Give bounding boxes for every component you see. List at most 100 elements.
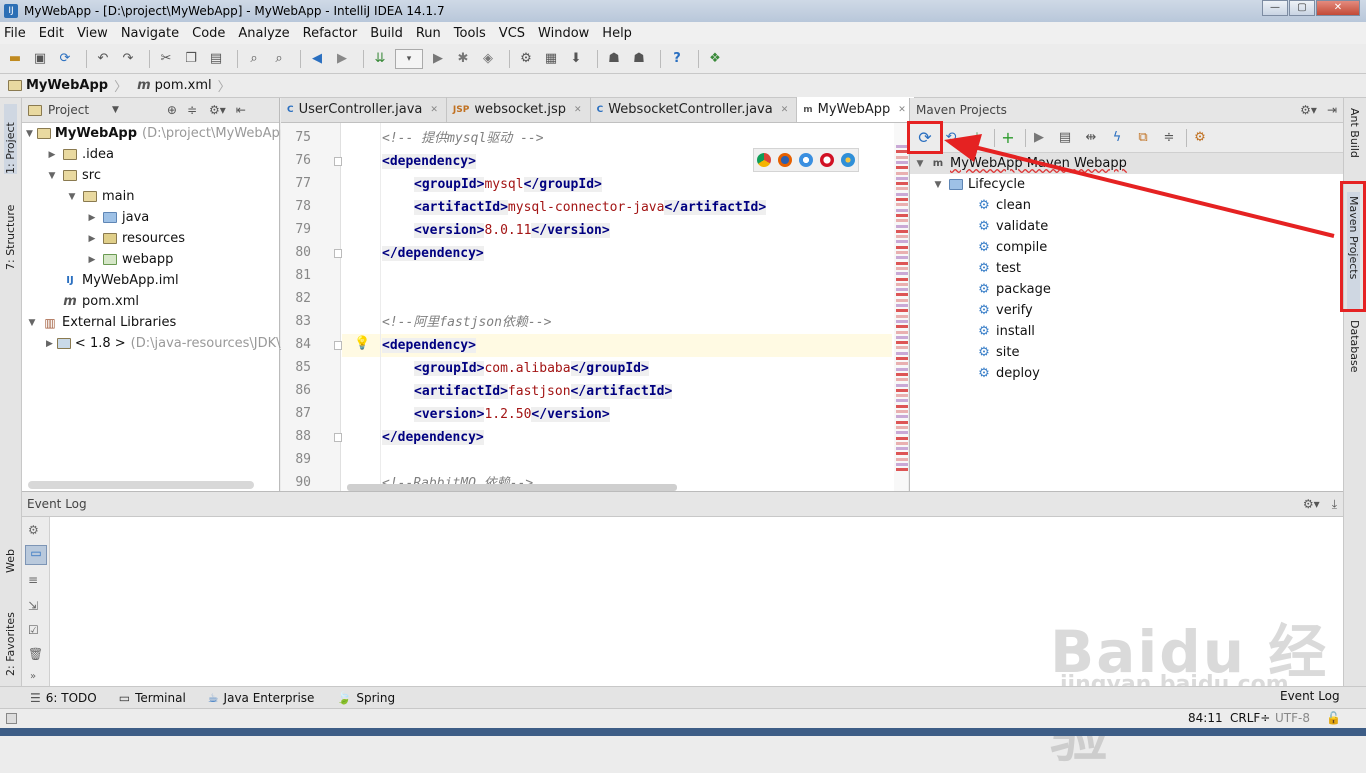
fold-marker-icon[interactable]: [334, 341, 342, 350]
fold-marker-icon[interactable]: [334, 157, 342, 166]
stripe-mark[interactable]: [896, 256, 908, 260]
error-stripe[interactable]: [894, 123, 908, 491]
stripe-mark[interactable]: [896, 277, 908, 281]
event-log-hide-icon[interactable]: ⤓: [1332, 497, 1337, 512]
project-tree-item[interactable]: ▼ ▥ External Libraries: [22, 312, 279, 333]
stripe-mark[interactable]: [896, 251, 908, 254]
file-encoding[interactable]: UTF-8: [1275, 711, 1310, 725]
cursor-position[interactable]: 84:11: [1188, 711, 1223, 725]
stripe-mark[interactable]: [896, 213, 908, 217]
sync-icon[interactable]: ⟳: [55, 49, 75, 69]
android-icon[interactable]: ☗: [604, 49, 624, 69]
event-more-icon[interactable]: »: [30, 671, 36, 682]
stripe-mark[interactable]: [896, 192, 908, 196]
safari-icon[interactable]: [798, 153, 813, 167]
stripe-mark[interactable]: [896, 436, 908, 440]
avd-icon[interactable]: ☗: [629, 49, 649, 69]
replace-icon[interactable]: ⌕: [269, 49, 289, 69]
stripe-mark[interactable]: [896, 378, 908, 382]
event-log-settings-icon[interactable]: ⚙▾: [1303, 497, 1320, 511]
stripe-mark[interactable]: [896, 452, 908, 456]
save-icon[interactable]: ▣: [30, 49, 50, 69]
project-tree-item[interactable]: ▶ webapp: [22, 249, 279, 270]
plugin-icon[interactable]: ❖: [705, 49, 725, 69]
fold-marker-icon[interactable]: [334, 249, 342, 258]
event-balloon-icon[interactable]: ▭: [25, 545, 47, 565]
menu-view[interactable]: View: [77, 26, 108, 41]
stripe-mark[interactable]: [896, 357, 908, 360]
maven-hide-icon[interactable]: ⇥: [1327, 103, 1337, 117]
stripe-mark[interactable]: [896, 245, 908, 249]
project-hscrollbar[interactable]: [28, 481, 254, 489]
event-wrap-icon[interactable]: ≡: [28, 573, 38, 587]
debug-icon[interactable]: ✱: [453, 49, 473, 69]
status-indicator-icon[interactable]: [6, 713, 17, 724]
stripe-mark[interactable]: [896, 330, 908, 334]
stripe-mark[interactable]: [896, 224, 908, 228]
project-tree-item[interactable]: ▶ java: [22, 207, 279, 228]
panel-settings-icon[interactable]: ⚙▾: [209, 103, 226, 117]
run-config-dropdown[interactable]: ▾: [395, 48, 423, 69]
open-folder-icon[interactable]: ▬: [5, 49, 25, 69]
editor-tab[interactable]: JSP websocket.jsp ✕: [447, 97, 591, 122]
menu-build[interactable]: Build: [370, 26, 403, 41]
stripe-mark[interactable]: [896, 229, 908, 233]
editor-tab[interactable]: C WebsocketController.java ✕: [591, 97, 798, 122]
stripe-mark[interactable]: [896, 362, 908, 366]
event-scroll-icon[interactable]: ⇲: [28, 599, 38, 613]
expand-arrow-icon[interactable]: ▶: [46, 150, 58, 160]
stripe-mark[interactable]: [896, 203, 908, 207]
project-tree-item[interactable]: ▶ < 1.8 > (D:\java-resources\JDK\jd: [22, 333, 292, 354]
menu-edit[interactable]: Edit: [39, 26, 64, 41]
stripe-mark[interactable]: [896, 399, 908, 403]
opera-icon[interactable]: [819, 153, 834, 167]
stripe-mark[interactable]: [896, 266, 908, 270]
event-clear-icon[interactable]: 🗑: [28, 647, 43, 661]
redo-icon[interactable]: ↷: [118, 49, 138, 69]
stripe-mark[interactable]: [896, 441, 908, 445]
expand-arrow-icon[interactable]: ▶: [86, 213, 98, 223]
menu-analyze[interactable]: Analyze: [238, 26, 289, 41]
expand-arrow-icon[interactable]: ▼: [26, 129, 33, 139]
project-tree-item[interactable]: ▼ main: [22, 186, 279, 207]
stripe-mark[interactable]: [896, 304, 908, 307]
stripe-mark[interactable]: [896, 261, 908, 265]
hide-panel-icon[interactable]: ⇤: [236, 103, 246, 117]
stripe-mark[interactable]: [896, 420, 908, 424]
project-tree-item[interactable]: ▶ .idea: [22, 144, 279, 165]
make-icon[interactable]: ⇊: [370, 49, 390, 69]
stripe-mark[interactable]: [896, 388, 908, 392]
ie-icon[interactable]: [840, 153, 855, 167]
stripe-mark[interactable]: [896, 198, 908, 201]
stripe-mark[interactable]: [896, 166, 908, 170]
stripe-mark[interactable]: [896, 319, 908, 323]
stripe-mark[interactable]: [896, 335, 908, 339]
menu-tools[interactable]: Tools: [454, 26, 486, 41]
line-separator[interactable]: CRLF÷: [1230, 711, 1270, 725]
close-tab-icon[interactable]: ✕: [574, 105, 582, 115]
bottom-tool-6-todo[interactable]: ☰ 6: TODO: [30, 691, 97, 705]
menu-help[interactable]: Help: [602, 26, 632, 41]
sdk-manager-icon[interactable]: ⬇: [566, 49, 586, 69]
maximize-button[interactable]: ▢: [1289, 0, 1315, 16]
back-icon[interactable]: ◀: [307, 49, 327, 69]
event-log-button[interactable]: Event Log: [1280, 689, 1340, 703]
stripe-mark[interactable]: [896, 367, 908, 371]
project-tree-item[interactable]: ▶ resources: [22, 228, 279, 249]
stripe-mark[interactable]: [896, 314, 908, 318]
project-tool-tab[interactable]: 1: Project: [4, 104, 17, 174]
copy-icon[interactable]: ❐: [181, 49, 201, 69]
event-mark-read-icon[interactable]: ☑: [28, 623, 39, 637]
stripe-mark[interactable]: [896, 176, 908, 180]
chrome-icon[interactable]: [757, 153, 772, 167]
structure-tool-tab[interactable]: 7: Structure: [4, 190, 17, 270]
stripe-mark[interactable]: [896, 293, 908, 297]
maven-goal-deploy[interactable]: ⚙ deploy: [910, 363, 1343, 384]
stripe-mark[interactable]: [896, 415, 908, 419]
editor-tab[interactable]: m MyWebApp ✕: [797, 97, 915, 122]
menu-window[interactable]: Window: [538, 26, 589, 41]
code-view[interactable]: <!-- 提供mysql驱动 --> <dependency> <groupId>m…: [342, 123, 892, 491]
stripe-mark[interactable]: [896, 272, 908, 276]
maven-goal-verify[interactable]: ⚙ verify: [910, 300, 1343, 321]
menu-navigate[interactable]: Navigate: [121, 26, 179, 41]
